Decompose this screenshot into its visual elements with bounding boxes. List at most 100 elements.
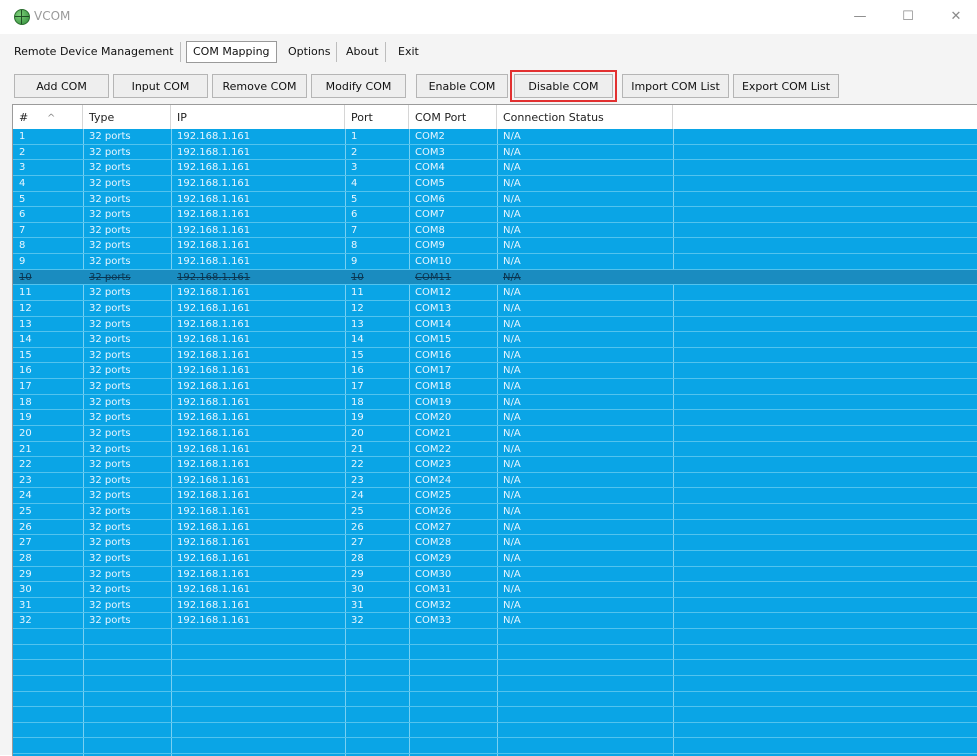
table-row[interactable]: 23 32 ports 192.168.1.161 23 COM24 N/A — [13, 473, 977, 489]
cell-number: 6 — [19, 209, 26, 221]
menu-remote-device-management[interactable]: Remote Device Management — [8, 42, 181, 62]
cell-com-port: COM6 — [415, 193, 445, 205]
empty-row — [13, 645, 977, 661]
add-com-button[interactable]: Add COM — [14, 74, 109, 98]
cell-port: 19 — [351, 412, 364, 424]
cell-port: 23 — [351, 474, 364, 486]
cell-number: 28 — [19, 552, 32, 564]
table-row[interactable]: 5 32 ports 192.168.1.161 5 COM6 N/A — [13, 192, 977, 208]
table-row[interactable]: 2 32 ports 192.168.1.161 2 COM3 N/A — [13, 145, 977, 161]
table-row[interactable]: 15 32 ports 192.168.1.161 15 COM16 N/A — [13, 348, 977, 364]
menu-exit[interactable]: Exit — [392, 42, 425, 62]
cell-connection-status: N/A — [503, 552, 521, 564]
cell-port: 15 — [351, 349, 364, 361]
table-row[interactable]: 27 32 ports 192.168.1.161 27 COM28 N/A — [13, 535, 977, 551]
table-row[interactable]: 18 32 ports 192.168.1.161 18 COM19 N/A — [13, 395, 977, 411]
cell-connection-status: N/A — [503, 521, 521, 533]
table-row[interactable]: 21 32 ports 192.168.1.161 21 COM22 N/A — [13, 442, 977, 458]
table-row[interactable]: 28 32 ports 192.168.1.161 28 COM29 N/A — [13, 551, 977, 567]
column-header-connection-status[interactable]: Connection Status — [497, 105, 673, 129]
minimize-button[interactable]: — — [840, 6, 880, 28]
cell-ip: 192.168.1.161 — [177, 256, 251, 267]
cell-com-port: COM12 — [415, 287, 452, 299]
column-header-com-port[interactable]: COM Port — [409, 105, 497, 129]
column-header-type[interactable]: Type — [83, 105, 171, 129]
cell-type: 32 ports — [89, 193, 131, 205]
column-header-ip[interactable]: IP — [171, 105, 345, 129]
remove-com-button[interactable]: Remove COM — [212, 74, 307, 98]
menu-about[interactable]: About — [340, 42, 386, 62]
column-header-port[interactable]: Port — [345, 105, 409, 129]
empty-row — [13, 738, 977, 754]
cell-com-port: COM33 — [415, 615, 452, 627]
cell-connection-status: N/A — [503, 427, 521, 439]
maximize-button[interactable]: ☐ — [888, 6, 928, 28]
table-row[interactable]: 26 32 ports 192.168.1.161 26 COM27 N/A — [13, 520, 977, 536]
cell-number: 25 — [19, 506, 32, 517]
table-row[interactable]: 30 32 ports 192.168.1.161 30 COM31 N/A — [13, 582, 977, 598]
cell-type: 32 ports — [89, 568, 131, 580]
table-row[interactable]: 9 32 ports 192.168.1.161 9 COM10 N/A — [13, 254, 977, 270]
table-row[interactable]: 20 32 ports 192.168.1.161 20 COM21 N/A — [13, 426, 977, 442]
cell-type: 32 ports — [89, 552, 131, 564]
table-body: 1 32 ports 192.168.1.161 1 COM2 N/A 2 32 ports 1… — [13, 129, 977, 756]
cell-number: 17 — [19, 381, 32, 392]
table-row[interactable]: 25 32 ports 192.168.1.161 25 COM26 N/A — [13, 504, 977, 520]
cell-com-port: COM18 — [415, 381, 452, 392]
cell-connection-status: N/A — [503, 302, 521, 314]
cell-port: 4 — [351, 177, 358, 189]
cell-port: 30 — [351, 584, 364, 596]
table-row[interactable]: 14 32 ports 192.168.1.161 14 COM15 N/A — [13, 332, 977, 348]
table-row[interactable]: 4 32 ports 192.168.1.161 4 COM5 N/A — [13, 176, 977, 192]
globe-icon — [14, 9, 30, 25]
cell-com-port: COM20 — [415, 412, 452, 424]
enable-com-button[interactable]: Enable COM — [416, 74, 508, 98]
export-com-list-button[interactable]: Export COM List — [733, 74, 839, 98]
table-row[interactable]: 32 32 ports 192.168.1.161 32 COM33 N/A — [13, 613, 977, 629]
table-row[interactable]: 13 32 ports 192.168.1.161 13 COM14 N/A — [13, 317, 977, 333]
cell-port: 24 — [351, 490, 364, 502]
cell-connection-status: N/A — [503, 381, 521, 392]
cell-com-port: COM17 — [415, 365, 452, 377]
table-row[interactable]: 1 32 ports 192.168.1.161 1 COM2 N/A — [13, 129, 977, 145]
cell-number: 32 — [19, 615, 32, 627]
menu-options[interactable]: Options — [282, 42, 338, 62]
cell-connection-status: N/A — [503, 256, 521, 267]
table-row[interactable]: 17 32 ports 192.168.1.161 17 COM18 N/A — [13, 379, 977, 395]
cell-com-port: COM19 — [415, 396, 452, 408]
table-row[interactable]: 16 32 ports 192.168.1.161 16 COM17 N/A — [13, 363, 977, 379]
import-com-list-button[interactable]: Import COM List — [622, 74, 729, 98]
disable-com-button[interactable]: Disable COM — [510, 70, 617, 102]
cell-port: 8 — [351, 240, 358, 252]
cell-connection-status: N/A — [503, 443, 521, 455]
cell-ip: 192.168.1.161 — [177, 506, 251, 517]
table-row[interactable]: 31 32 ports 192.168.1.161 31 COM32 N/A — [13, 598, 977, 614]
column-header-number[interactable]: # ^ — [13, 105, 83, 129]
cell-type: 32 ports — [89, 412, 131, 424]
modify-com-button[interactable]: Modify COM — [311, 74, 406, 98]
table-row[interactable]: 24 32 ports 192.168.1.161 24 COM25 N/A — [13, 488, 977, 504]
cell-number: 15 — [19, 349, 32, 361]
close-button[interactable]: ✕ — [936, 6, 976, 28]
cell-com-port: COM28 — [415, 537, 452, 549]
table-row[interactable]: 8 32 ports 192.168.1.161 8 COM9 N/A — [13, 238, 977, 254]
cell-number: 2 — [19, 146, 26, 158]
table-row[interactable]: 12 32 ports 192.168.1.161 12 COM13 N/A — [13, 301, 977, 317]
cell-ip: 192.168.1.161 — [177, 490, 251, 502]
table-header: # ^ Type IP Port COM Port Connection Sta… — [13, 105, 977, 129]
table-row[interactable]: 6 32 ports 192.168.1.161 6 COM7 N/A — [13, 207, 977, 223]
table-row[interactable]: 10 32 ports 192.168.1.161 10 COM11 N/A — [13, 269, 977, 286]
table-row[interactable]: 11 32 ports 192.168.1.161 11 COM12 N/A — [13, 285, 977, 301]
cell-connection-status: N/A — [503, 193, 521, 205]
cell-port: 2 — [351, 146, 358, 158]
input-com-button[interactable]: Input COM — [113, 74, 208, 98]
cell-connection-status: N/A — [503, 615, 521, 627]
cell-com-port: COM2 — [415, 131, 445, 142]
cell-connection-status: N/A — [503, 396, 521, 408]
table-row[interactable]: 29 32 ports 192.168.1.161 29 COM30 N/A — [13, 567, 977, 583]
table-row[interactable]: 7 32 ports 192.168.1.161 7 COM8 N/A — [13, 223, 977, 239]
table-row[interactable]: 3 32 ports 192.168.1.161 3 COM4 N/A — [13, 160, 977, 176]
menu-com-mapping[interactable]: COM Mapping — [186, 41, 277, 63]
table-row[interactable]: 19 32 ports 192.168.1.161 19 COM20 N/A — [13, 410, 977, 426]
table-row[interactable]: 22 32 ports 192.168.1.161 22 COM23 N/A — [13, 457, 977, 473]
